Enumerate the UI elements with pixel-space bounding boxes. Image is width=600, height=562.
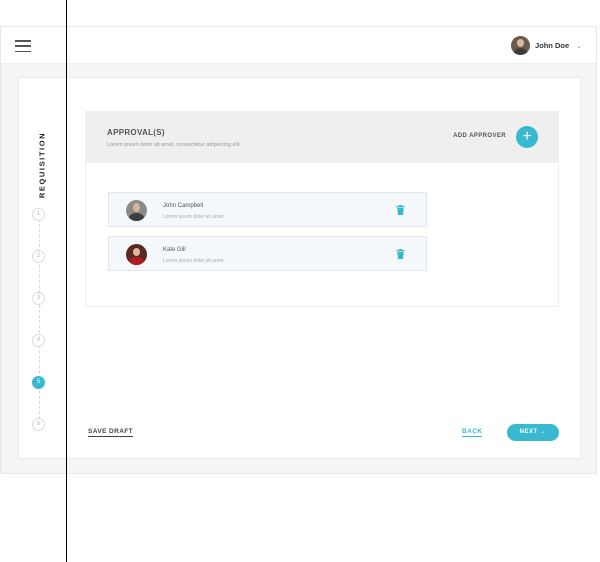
step-6[interactable]: 6 (32, 418, 45, 431)
chevron-down-icon: ⌄ (576, 42, 582, 50)
approver-name: John Campbell (163, 203, 204, 209)
approver-description: Lorem ipsum doler sit amet. (163, 214, 225, 220)
top-bar: John Doe ⌄ (1, 27, 596, 64)
save-draft-button[interactable]: SAVE DRAFT (88, 428, 134, 437)
trash-icon[interactable] (396, 249, 405, 259)
step-5-active[interactable]: 5 (32, 376, 45, 389)
stepper-line (39, 214, 40, 424)
approvals-panel: APPROVAL(S) Lorem ipsum dolor sit amet, … (85, 111, 559, 307)
stepper-title: REQUISITION (37, 131, 47, 199)
step-2[interactable]: 2 (32, 250, 45, 263)
approver-row: Kate Gill Lorem ipsum doler sit amet. (108, 236, 427, 271)
avatar (510, 36, 530, 55)
stepper: REQUISITION 1 2 3 4 5 6 (19, 78, 67, 458)
user-name: John Doe (534, 41, 570, 50)
approvals-title: APPROVAL(S) (107, 128, 165, 137)
avatar (126, 244, 147, 265)
approver-description: Lorem ipsum doler sit amet. (163, 258, 225, 264)
avatar (126, 200, 147, 221)
approver-name: Kate Gill (163, 247, 186, 253)
next-button[interactable]: NEXT → (507, 424, 559, 441)
approvals-subtitle: Lorem ipsum dolor sit amet, consectetur … (107, 142, 241, 148)
requisition-card: REQUISITION 1 2 3 4 5 6 APPROVAL(S) Lore… (18, 77, 581, 459)
step-1[interactable]: 1 (32, 208, 45, 221)
approver-row: John Campbell Lorem ipsum doler sit amet… (108, 192, 427, 227)
user-menu[interactable]: John Doe ⌄ (510, 36, 582, 55)
add-approver-label[interactable]: ADD APPROVER (453, 133, 506, 139)
step-4[interactable]: 4 (32, 334, 45, 347)
back-button[interactable]: BACK (462, 428, 483, 437)
app-window: John Doe ⌄ REQUISITION 1 2 3 4 5 6 APPRO… (0, 26, 597, 474)
vertical-guide-line (66, 0, 67, 562)
hamburger-icon[interactable] (15, 40, 31, 53)
trash-icon[interactable] (396, 205, 405, 215)
step-3[interactable]: 3 (32, 292, 45, 305)
approvals-header: APPROVAL(S) Lorem ipsum dolor sit amet, … (86, 112, 558, 163)
add-approver-button[interactable]: + (516, 126, 538, 148)
